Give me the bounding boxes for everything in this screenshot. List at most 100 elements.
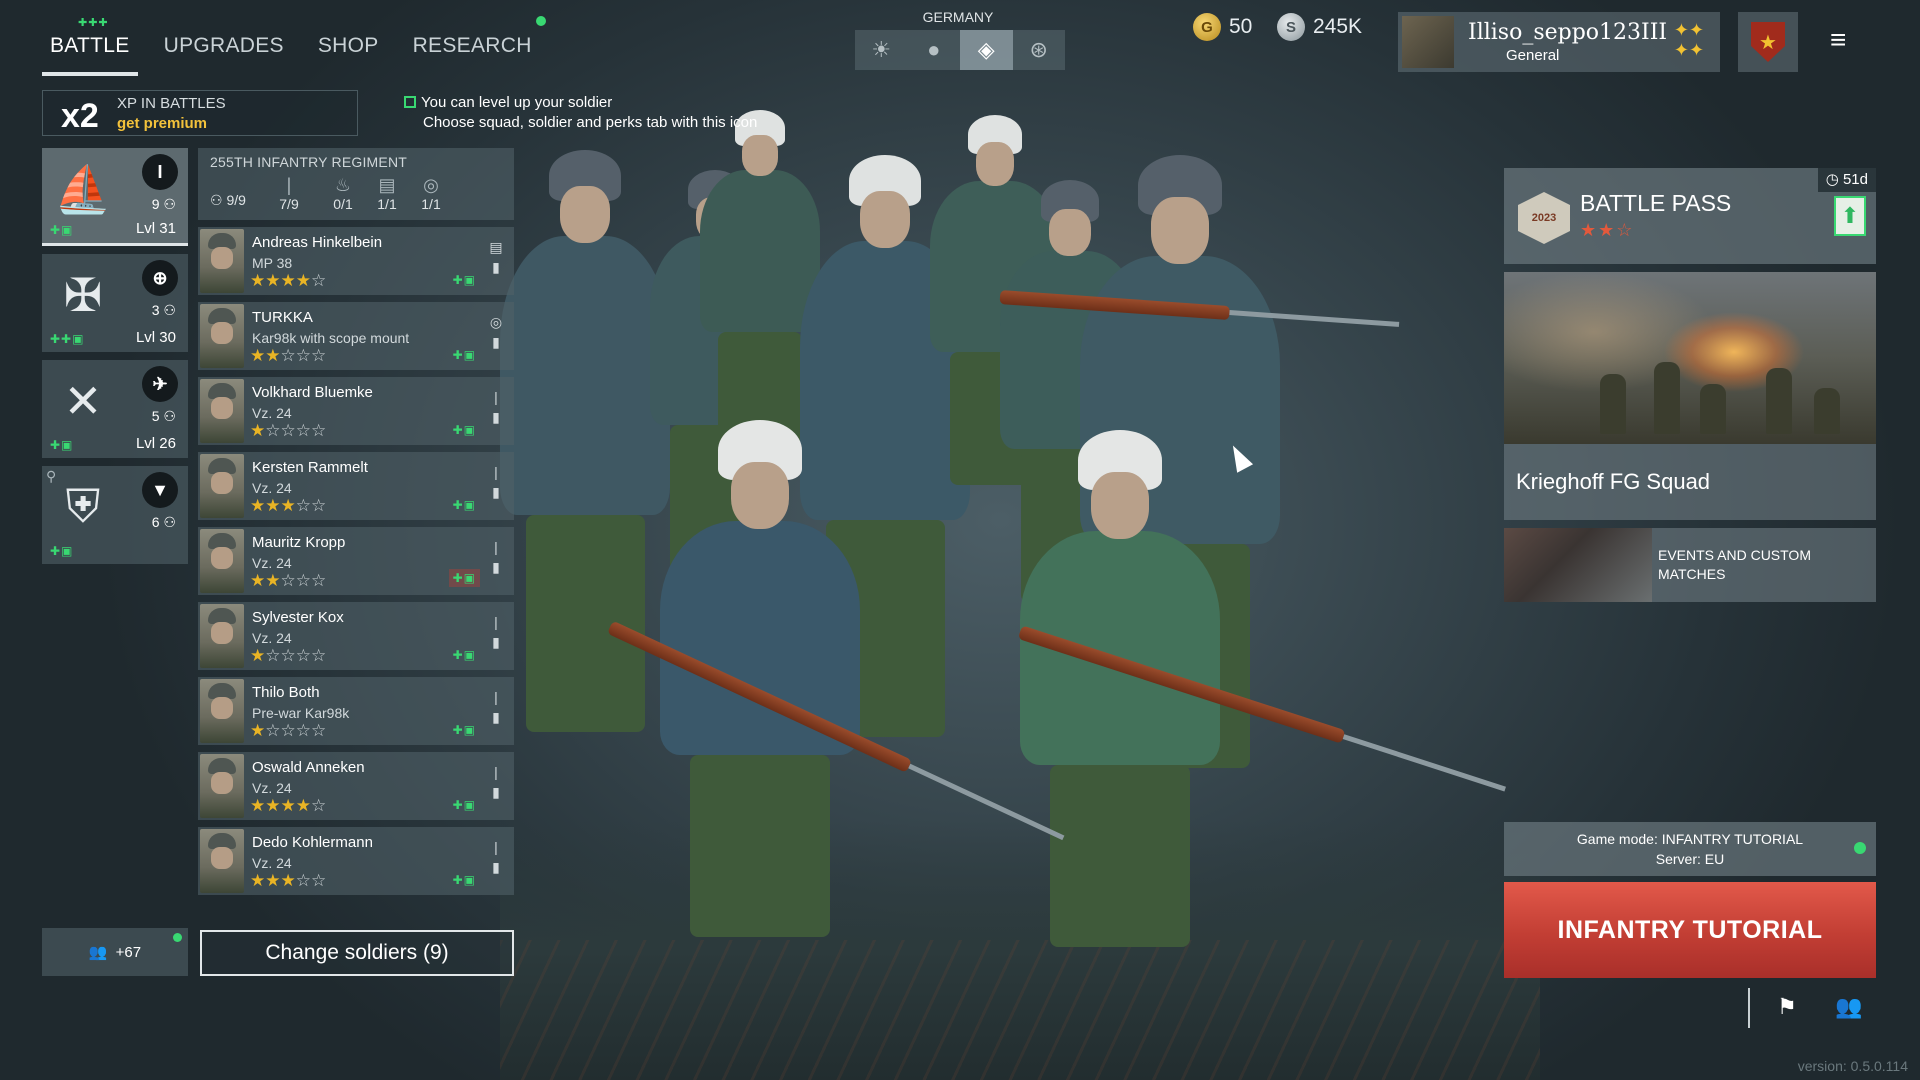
get-premium-link[interactable]: get premium (117, 115, 207, 132)
tab-research[interactable]: RESEARCH (405, 16, 546, 74)
ready-status-dot (1854, 842, 1866, 854)
soldier-rank-stars: ★★☆☆☆ (250, 571, 326, 591)
level-up-tip: You can level up your soldier Choose squ… (404, 93, 757, 133)
class-slot-stat: | 7/9 (264, 174, 314, 212)
upgrade-available-icon: ✚▣ (50, 438, 74, 452)
soldier-row[interactable]: Mauritz Kropp Vz. 24 ★★☆☆☆ ✚▣ | ▮ (198, 527, 514, 595)
clan-badge-button[interactable]: ★ (1738, 12, 1798, 72)
soldier-rank-stars: ★★★☆☆ (250, 496, 326, 516)
soldier-name: Sylvester Kox (252, 609, 344, 626)
squad-emblem-icon: ⛵ (54, 162, 112, 215)
squad-soldier-count: 6 ⚇ (152, 514, 176, 531)
tab-label: RESEARCH (412, 34, 532, 57)
soldier-row[interactable]: Sylvester Kox Vz. 24 ★☆☆☆☆ ✚▣ | ▮ (198, 602, 514, 670)
reserve-soldiers-button[interactable]: 👥 +67 (42, 928, 188, 976)
flag-icon[interactable]: ⚑ (1772, 994, 1802, 1024)
star-icon: ★ (250, 571, 266, 590)
capacity-value: 9/9 (226, 192, 246, 208)
soldier-rank-stars: ★☆☆☆☆ (250, 421, 326, 441)
squad-card[interactable]: ⚲ ⛨ ▼ 6 ⚇ ✚▣ (42, 466, 188, 564)
tab-label: SHOP (317, 34, 379, 57)
squad-card[interactable]: ✕ ✈ 5 ⚇ Lvl 26 ✚▣ (42, 360, 188, 458)
soldier-row[interactable]: Andreas Hinkelbein MP 38 ★★★★☆ ✚▣ ▤ ▮ (198, 227, 514, 295)
menu-icon[interactable]: ≡ (1830, 26, 1860, 56)
soldier-rank-stars: ★★★★☆ (250, 271, 326, 291)
soldier-row[interactable]: Dedo Kohlermann Vz. 24 ★★★☆☆ ✚▣ | ▮ (198, 827, 514, 895)
diamond-emblem-icon[interactable]: ◈ (960, 30, 1013, 70)
face (1150, 197, 1210, 265)
slot-value: 7/9 (279, 196, 299, 212)
sun-emblem-icon[interactable]: ☀ (855, 30, 908, 70)
wheel-emblem-icon[interactable]: ⊛ (1013, 30, 1066, 70)
soldier-row[interactable]: Thilo Both Pre-war Kar98k ★☆☆☆☆ ✚▣ | ▮ (198, 677, 514, 745)
silver-currency[interactable]: S 245K (1277, 12, 1362, 42)
soldier-row[interactable]: Kersten Rammelt Vz. 24 ★★★☆☆ ✚▣ | ▮ (198, 452, 514, 520)
player-profile[interactable]: Illiso_seppo123III General ✦✦ ✦✦ (1398, 12, 1720, 72)
battle-pass-emblem-icon: 2023 (1518, 192, 1570, 244)
class-slot-stat: ♨ 0/1 (318, 174, 368, 212)
events-image (1504, 528, 1652, 602)
friends-icon[interactable]: 👥 (1832, 994, 1866, 1024)
soldier-weapon: Vz. 24 (252, 405, 292, 421)
star-icon: ☆ (265, 721, 281, 740)
battle-pass-card[interactable]: 2023 BATTLE PASS ★★☆ ◷ 51d ⬆ (1504, 168, 1876, 264)
change-soldiers-button[interactable]: Change soldiers (9) (200, 930, 514, 976)
squad-emblem-icon: ✕ (63, 375, 103, 427)
person-icon: ⚇ (159, 302, 176, 318)
upgrade-badges-icon: ✚✚✚ (78, 17, 109, 29)
soldier-name: Volkhard Bluemke (252, 384, 373, 401)
soldier-row[interactable]: Volkhard Bluemke Vz. 24 ★☆☆☆☆ ✚▣ | ▮ (198, 377, 514, 445)
squad-type-icon: I (142, 154, 178, 190)
tab-battle[interactable]: BATTLE ✚✚✚ (42, 17, 138, 76)
soldier-rows: Andreas Hinkelbein MP 38 ★★★★☆ ✚▣ ▤ ▮ TURKKA K… (198, 227, 514, 895)
star-icon: ☆ (311, 421, 327, 440)
legs (1050, 764, 1190, 947)
tab-upgrades[interactable]: UPGRADES (156, 22, 292, 74)
tab-shop[interactable]: SHOP (310, 22, 387, 74)
squad-card[interactable]: ✠ ⊕ 3 ⚇ Lvl 30 ✚✚▣ (42, 254, 188, 352)
circle-emblem-icon[interactable]: ● (908, 30, 961, 70)
star-icon: ☆ (295, 421, 311, 440)
events-card[interactable]: EVENTS AND CUSTOM MATCHES (1504, 528, 1876, 602)
star-icon: ★ (250, 796, 266, 815)
squad-soldier-count: 9 ⚇ (152, 196, 176, 213)
star-icon: ★ (250, 421, 266, 440)
soldier-name: Kersten Rammelt (252, 459, 368, 476)
play-button[interactable]: INFANTRY TUTORIAL (1504, 882, 1876, 978)
featured-squad-card[interactable]: Krieghoff FG Squad (1504, 272, 1876, 520)
uniform (660, 520, 860, 755)
soldier-weapon: Kar98k with scope mount (252, 330, 410, 346)
soldier-figure (500, 150, 670, 770)
star-icon: ☆ (265, 646, 281, 665)
slot-value: 1/1 (421, 196, 441, 212)
gold-currency[interactable]: G 50 (1193, 12, 1252, 42)
legs (690, 754, 830, 937)
soldier-weapon: Vz. 24 (252, 855, 292, 871)
gold-coin-icon: G (1193, 13, 1221, 41)
count-value: 3 (151, 302, 160, 318)
top-navigation: BATTLE ✚✚✚ UPGRADES SHOP RESEARCH (42, 16, 558, 76)
xp-boost-banner[interactable]: x2 XP IN BATTLES get premium (42, 90, 358, 136)
uniform (500, 235, 670, 515)
star-icon: ★ (250, 871, 266, 890)
upgrade-available-icon: ✚▣ (452, 498, 476, 512)
upgrade-available-icon: ✚▣ (452, 648, 476, 662)
upgrade-available-icon: ✚▣ (452, 348, 476, 362)
soldier-row[interactable]: Oswald Anneken Vz. 24 ★★★★☆ ✚▣ | ▮ (198, 752, 514, 820)
star-icon: ★ (250, 271, 266, 290)
star-icon: ★ (280, 496, 296, 515)
squad-card[interactable]: ⛵ I 9 ⚇ Lvl 31 ✚▣ (42, 148, 188, 246)
upgrade-arrow-icon[interactable]: ⬆ (1834, 196, 1866, 236)
soldier-portrait (200, 529, 244, 593)
regiment-name: 255TH INFANTRY REGIMENT (210, 154, 408, 170)
game-mode-selector[interactable]: Game mode: INFANTRY TUTORIAL Server: EU (1504, 822, 1876, 876)
nation-label: GERMANY (922, 9, 994, 25)
upgrade-indicator-icon (404, 96, 416, 108)
soldier-row[interactable]: TURKKA Kar98k with scope mount ★★☆☆☆ ✚▣ ◎ ▮ (198, 302, 514, 370)
reserve-count: +67 (115, 943, 142, 961)
weapon-slot-icon: | ▮ (492, 389, 500, 425)
squad-soldier-count: 5 ⚇ (152, 408, 176, 425)
star-icon: ★ (250, 346, 266, 365)
soldier-weapon: Vz. 24 (252, 780, 292, 796)
soldier-portrait (200, 229, 244, 293)
